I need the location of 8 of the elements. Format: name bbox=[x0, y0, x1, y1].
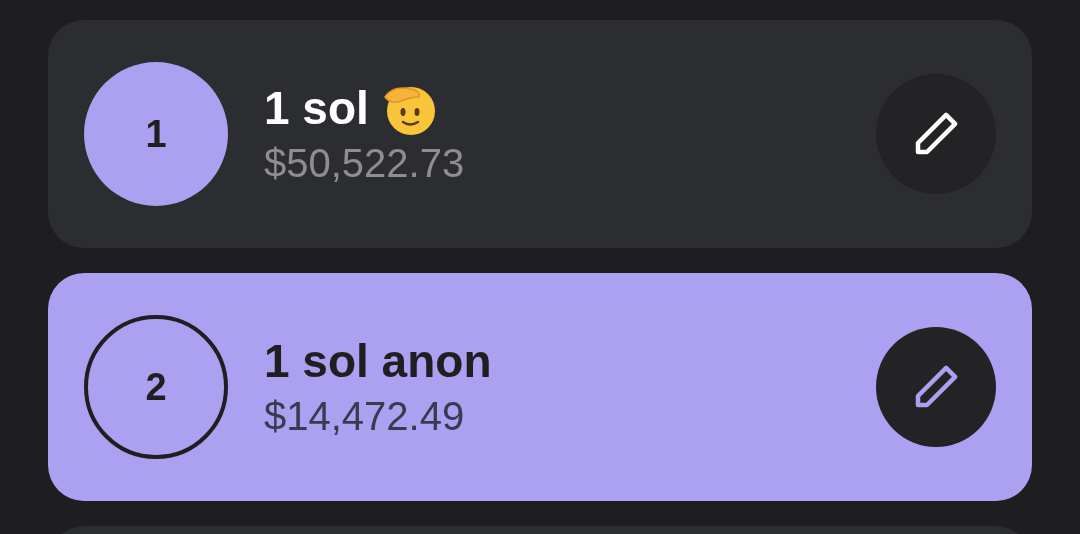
account-number: 1 bbox=[84, 62, 228, 206]
account-number: 2 bbox=[84, 315, 228, 459]
account-card[interactable]: 2 1 sol anon $14,472.49 bbox=[48, 273, 1032, 501]
account-card[interactable]: 1 1 sol $50,522.73 bbox=[48, 20, 1032, 248]
account-name: 1 sol anon bbox=[264, 334, 492, 390]
account-balance: $14,472.49 bbox=[264, 392, 466, 440]
account-name: 1 sol bbox=[264, 81, 369, 137]
account-balance: $50,522.73 bbox=[264, 139, 466, 187]
